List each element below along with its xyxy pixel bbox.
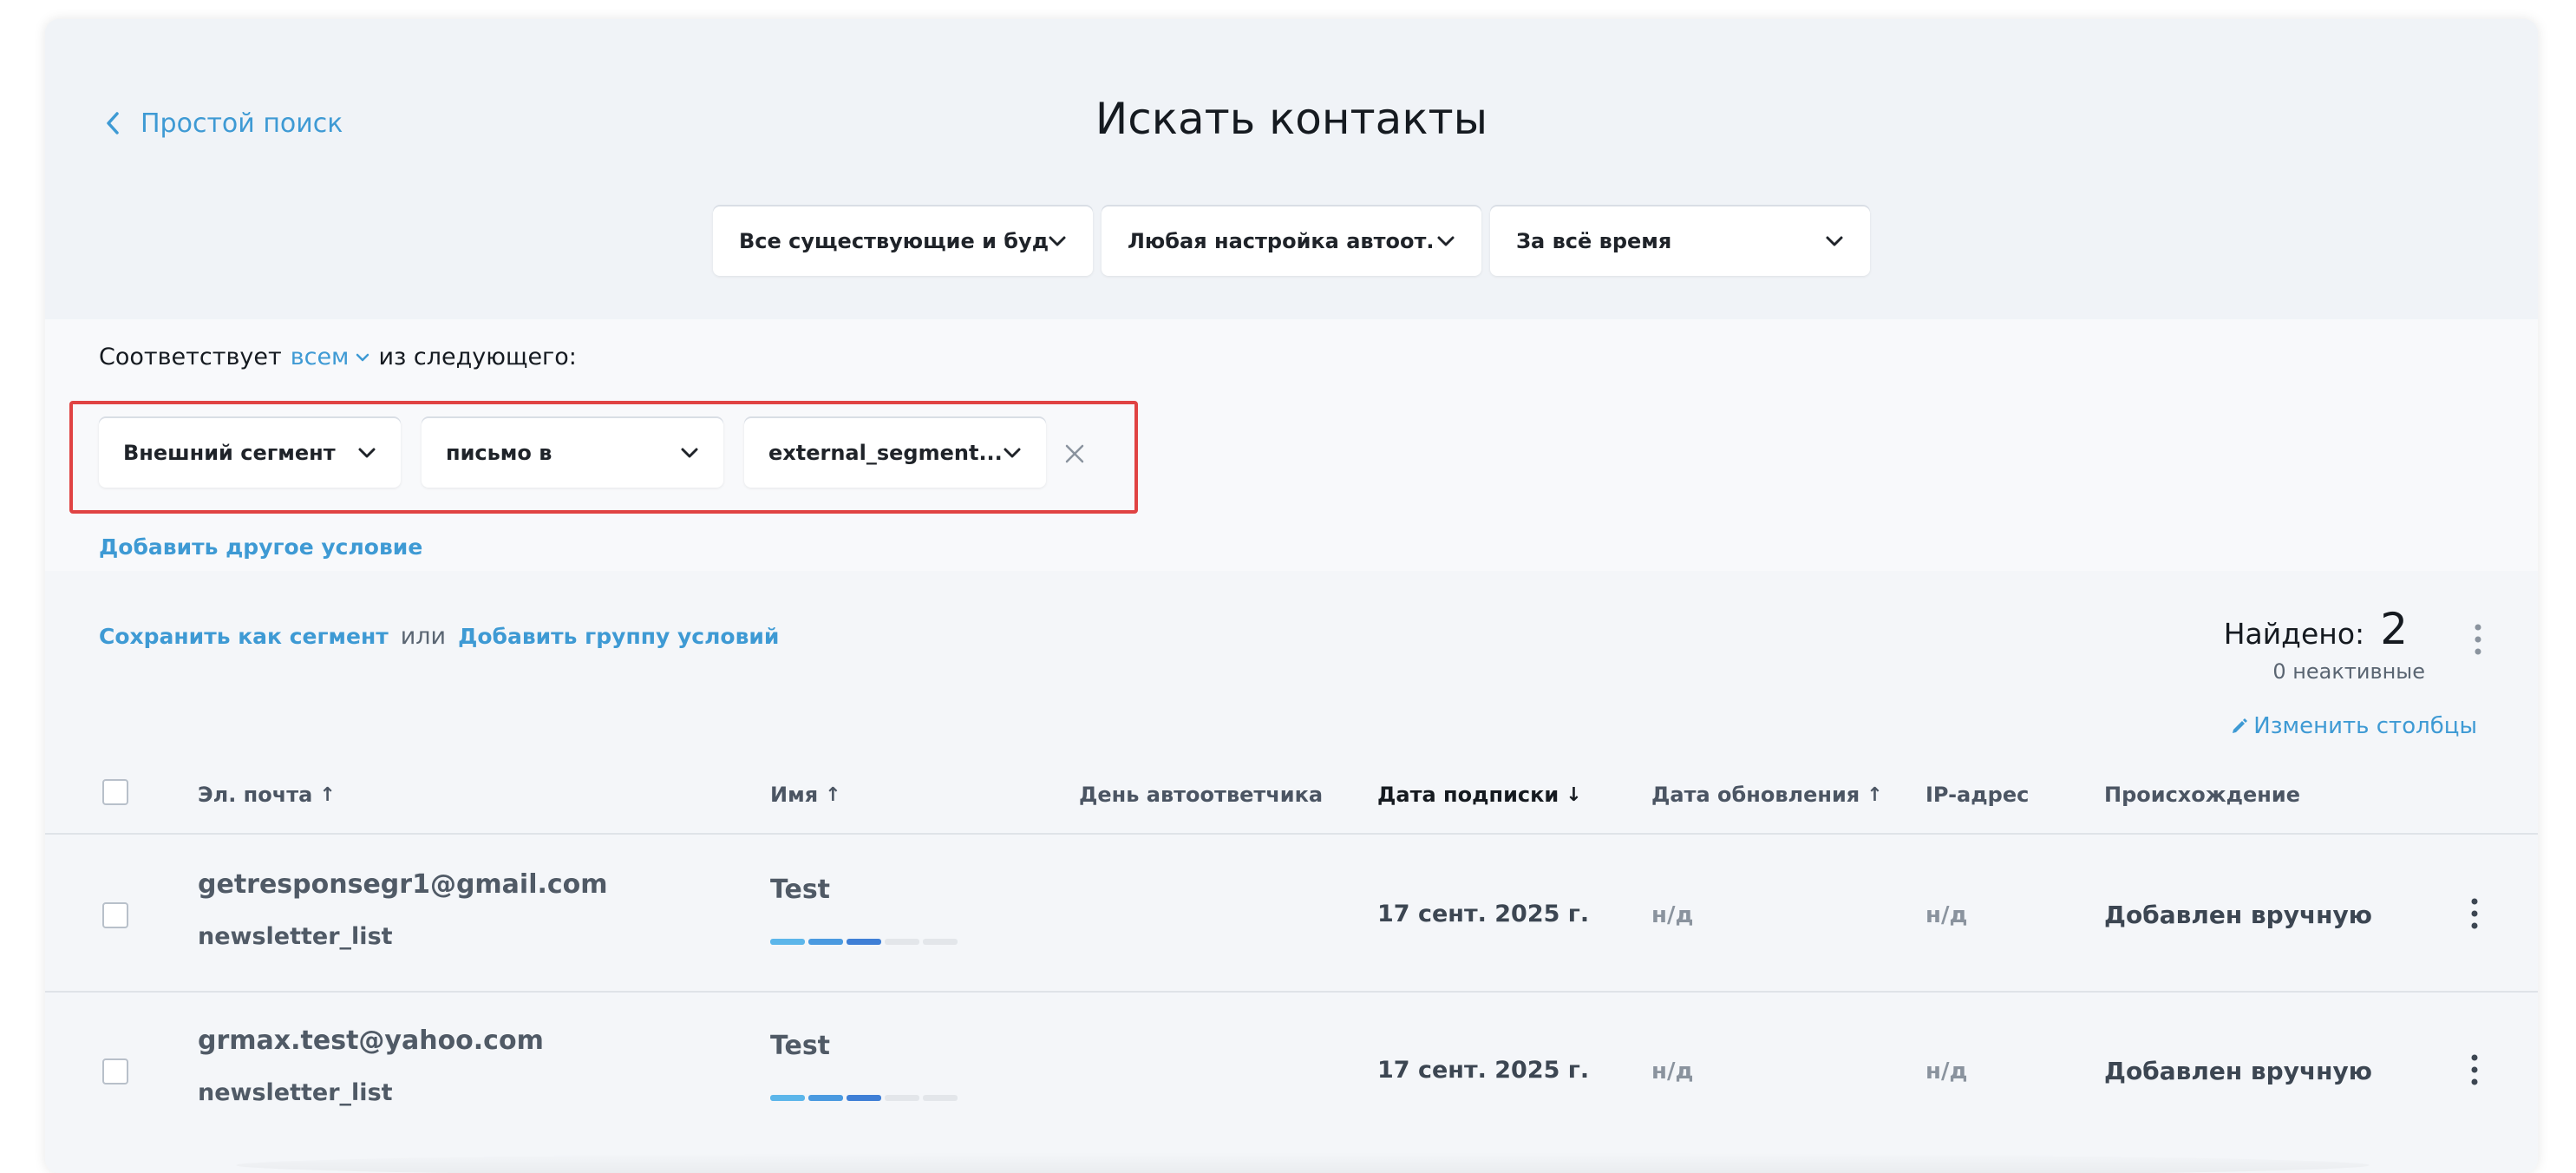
condition-field-dropdown[interactable]: Внешний сегмент — [99, 418, 401, 488]
match-mode-dropdown[interactable]: всем — [291, 344, 370, 370]
condition-value-value: external_segment... — [768, 441, 1003, 465]
chevron-down-icon — [356, 353, 369, 361]
column-ip-label: IP-адрес — [1925, 783, 2030, 807]
results-section: Сохранить как сегмент или Добавить групп… — [45, 571, 2538, 1173]
column-ip: IP-адрес — [1925, 783, 2029, 807]
row-checkbox[interactable] — [102, 902, 128, 928]
add-condition-group-link[interactable]: Добавить группу условий — [458, 624, 779, 649]
search-panel: Простой поиск Искать контакты Все сущест… — [45, 19, 2538, 1173]
column-autoresponder-day-label: День автоответчика — [1079, 783, 1324, 807]
column-update-date[interactable]: Дата обновления ↑ — [1651, 783, 1883, 807]
found-label: Найдено: — [2223, 617, 2365, 651]
autoresponder-filter-value: Любая настройка автоот... — [1128, 229, 1436, 253]
table-row[interactable]: getresponsegr1@gmail.com newsletter_list… — [45, 835, 2538, 991]
row-subscription-date: 17 сент. 2025 г. — [1377, 1057, 1590, 1084]
column-update-date-label: Дата обновления — [1651, 783, 1860, 807]
column-name[interactable]: Имя ↑ — [770, 783, 841, 807]
row-name: Test — [770, 1031, 831, 1061]
list-filter-value: Все существующие и буд... — [739, 229, 1048, 253]
column-subscription-date[interactable]: Дата подписки ↓ — [1377, 783, 1582, 807]
autoresponder-filter-dropdown[interactable]: Любая настройка автоот... — [1102, 206, 1481, 276]
row-update-date: н/д — [1651, 1058, 1694, 1085]
select-all-checkbox[interactable] — [102, 779, 128, 805]
row-more-options-icon[interactable] — [2470, 897, 2479, 930]
condition-value-dropdown[interactable]: external_segment... — [744, 418, 1046, 488]
row-checkbox[interactable] — [102, 1058, 128, 1085]
row-update-date: н/д — [1651, 902, 1694, 928]
chevron-down-icon — [681, 448, 698, 458]
row-origin: Добавлен вручную — [2104, 1057, 2372, 1085]
table-row[interactable]: grmax.test@yahoo.com newsletter_list Tes… — [45, 991, 2538, 1147]
column-subscription-date-label: Дата подписки — [1377, 783, 1559, 807]
column-email[interactable]: Эл. почта ↑ — [198, 783, 336, 807]
chevron-down-icon — [1437, 236, 1455, 246]
engagement-segment — [923, 939, 958, 945]
column-name-label: Имя — [770, 783, 819, 807]
row-ip: н/д — [1925, 1058, 1968, 1085]
engagement-segment — [808, 939, 843, 945]
engagement-segment — [923, 1095, 958, 1101]
condition-operator-value: письмо в — [446, 441, 552, 465]
search-header: Простой поиск Искать контакты Все сущест… — [45, 19, 2538, 319]
sort-arrow-icon: ↑ — [825, 783, 841, 806]
engagement-segment — [808, 1095, 843, 1101]
edit-columns-link[interactable]: Изменить столбцы — [2231, 713, 2477, 739]
row-list: newsletter_list — [198, 1079, 393, 1106]
engagement-score-bar — [770, 939, 958, 945]
chevron-down-icon — [358, 448, 376, 458]
engagement-score-bar — [770, 1095, 958, 1101]
or-separator: или — [400, 623, 447, 650]
inactive-count: 0 неактивные — [2272, 659, 2425, 684]
row-more-options-icon[interactable] — [2470, 1053, 2479, 1086]
row-subscription-date: 17 сент. 2025 г. — [1377, 901, 1590, 927]
engagement-segment — [885, 939, 919, 945]
conditions-section: Соответствует всем из следующего: Внешни… — [45, 319, 2538, 571]
condition-operator-dropdown[interactable]: письмо в — [422, 418, 723, 488]
column-origin-label: Происхождение — [2104, 783, 2300, 807]
chevron-down-icon — [1826, 236, 1843, 246]
page-title: Искать контакты — [1095, 94, 1488, 144]
edit-columns-label: Изменить столбцы — [2253, 713, 2477, 739]
column-origin: Происхождение — [2104, 783, 2300, 807]
pencil-icon — [2233, 718, 2248, 733]
remove-condition-close-icon[interactable] — [1063, 442, 1086, 465]
row-ip: н/д — [1925, 902, 1968, 928]
row-origin: Добавлен вручную — [2104, 901, 2372, 929]
period-filter-value: За всё время — [1516, 229, 1672, 253]
match-mode-value: всем — [290, 344, 350, 370]
row-email[interactable]: getresponsegr1@gmail.com — [198, 869, 608, 900]
sort-arrow-icon: ↑ — [1867, 783, 1883, 806]
row-email[interactable]: grmax.test@yahoo.com — [198, 1026, 544, 1056]
save-as-segment-link[interactable]: Сохранить как сегмент — [99, 624, 389, 649]
more-options-icon[interactable] — [2474, 623, 2482, 656]
engagement-segment — [847, 939, 881, 945]
chevron-down-icon — [1004, 448, 1021, 458]
column-email-label: Эл. почта — [198, 783, 313, 807]
list-filter-dropdown[interactable]: Все существующие и буд... — [713, 206, 1093, 276]
condition-field-value: Внешний сегмент — [123, 441, 336, 465]
chevron-down-icon — [1049, 236, 1066, 246]
column-autoresponder-day: День автоответчика — [1079, 783, 1323, 807]
found-number: 2 — [2380, 604, 2408, 654]
sort-arrow-icon: ↓ — [1566, 783, 1582, 806]
condition-row-highlight: Внешний сегмент письмо в external_segmen… — [69, 401, 1138, 514]
segment-actions: Сохранить как сегмент или Добавить групп… — [99, 623, 779, 650]
engagement-segment — [770, 939, 805, 945]
row-list: newsletter_list — [198, 923, 393, 950]
engagement-segment — [847, 1095, 881, 1101]
match-line: Соответствует всем из следующего: — [99, 344, 577, 370]
row-name: Test — [770, 875, 831, 905]
engagement-segment — [770, 1095, 805, 1101]
engagement-segment — [885, 1095, 919, 1101]
match-prefix: Соответствует — [99, 344, 282, 370]
sort-arrow-icon: ↑ — [319, 783, 336, 806]
add-condition-link[interactable]: Добавить другое условие — [99, 534, 422, 560]
period-filter-dropdown[interactable]: За всё время — [1490, 206, 1870, 276]
found-count: Найдено: 2 — [2224, 604, 2408, 654]
match-suffix: из следующего: — [378, 344, 577, 370]
